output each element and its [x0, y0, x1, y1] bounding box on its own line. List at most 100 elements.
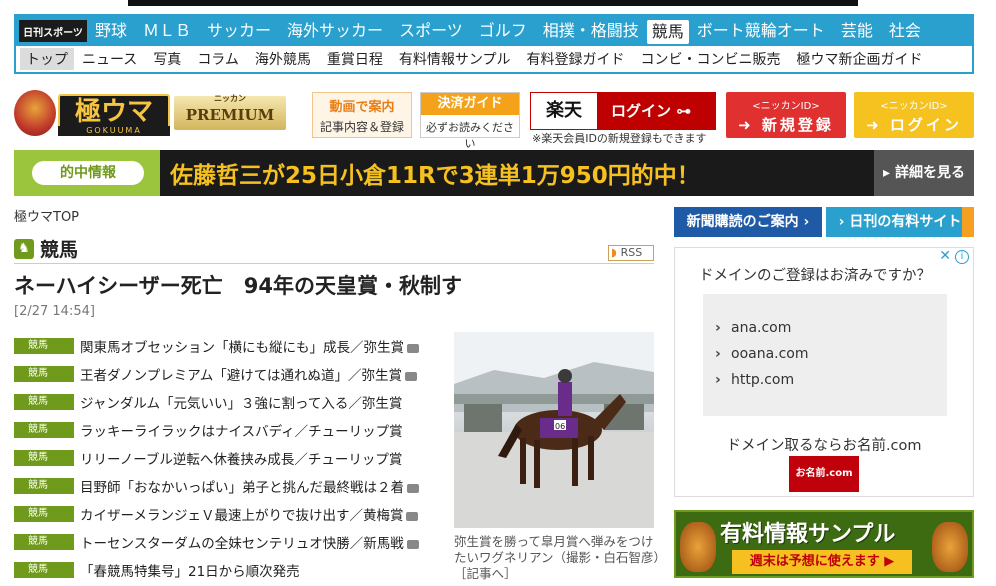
onamae-logo[interactable]: お名前.com	[789, 456, 859, 492]
gokuuma-logo[interactable]: 極ウマ GOKUUMA ニッカン PREMIUM	[14, 90, 286, 136]
horse-mascot-icon	[14, 90, 56, 136]
chevron-right-icon: ›	[798, 214, 810, 230]
sub-nav: トップ ニュース 写真 コラム 海外競馬 重賞日程 有料情報サンプル 有料登録ガイド コンビ・コ…	[16, 46, 972, 72]
nav-category-9[interactable]: 芸能	[833, 16, 881, 46]
subnav-item-6[interactable]: 有料情報サンプル	[391, 49, 519, 69]
news-title[interactable]: ラッキーライラックはナイスバディ／チューリップ賞	[80, 420, 403, 440]
video-guide-title: 動画で案内	[329, 100, 395, 115]
premium-kana: ニッカン	[214, 93, 246, 103]
ad-close-icon[interactable]: ✕	[939, 248, 951, 264]
paid-site-button[interactable]: › 日刊の有料サイト	[826, 207, 974, 237]
idlogin-label: ➜ ログイン	[854, 114, 974, 135]
news-title[interactable]: 関東馬オブセッション「横にも縦にも」成長／弥生賞	[80, 336, 419, 356]
ad-heading[interactable]: ドメインのご登録はお済みですか？	[699, 264, 931, 285]
payment-guide-button[interactable]: 決済ガイド 必ずお読みください	[420, 92, 520, 150]
top-strip	[128, 0, 858, 6]
news-title[interactable]: 「春競馬特集号」21日から順次発売	[80, 560, 300, 580]
news-item[interactable]: 競馬 ラッキーライラックはナイスバディ／チューリップ賞	[14, 416, 434, 444]
register-text: 新規登録	[761, 116, 834, 134]
hit-info-banner[interactable]: 的中情報 佐藤哲三が25日小倉11Rで3連単1万950円的中！ ▸ 詳細を見る	[14, 150, 974, 196]
news-title-text: ラッキーライラックはナイスバディ／チューリップ賞	[80, 424, 403, 440]
category-nav: 日刊スポーツ 野球 ＭＬＢ サッカー 海外サッカー スポーツ ゴルフ 相撲・格闘技 競馬 ボート…	[16, 16, 972, 46]
nikkan-id-login-button[interactable]: <ニッカンID> ➜ ログイン	[854, 92, 974, 138]
subnav-item-9[interactable]: 極ウマ新企画ガイド	[789, 49, 931, 69]
ad-link[interactable]: › ana.com	[703, 320, 947, 346]
news-title-text: 関東馬オブセッション「横にも縦にも」成長／弥生賞	[80, 340, 404, 356]
ad-link-text: http.com	[731, 372, 795, 388]
news-item[interactable]: 競馬 関東馬オブセッション「横にも縦にも」成長／弥生賞	[14, 332, 434, 360]
news-title[interactable]: ジャンダルム「元気いい」３強に割って入る／弥生賞	[80, 392, 402, 412]
subnav-item-2[interactable]: 写真	[145, 49, 189, 69]
nav-category-1[interactable]: ＭＬＢ	[135, 16, 199, 46]
nav-category-10[interactable]: 社会	[881, 16, 929, 46]
news-title[interactable]: 目野師「おなかいっぱい」弟子と挑んだ最終戦は２着	[80, 476, 419, 496]
news-item[interactable]: 競馬 王者ダノンプレミアム「避けては通れぬ道」／弥生賞	[14, 360, 434, 388]
news-item[interactable]: 競馬 リリーノーブル逆転へ休養挟み成長／チューリップ賞	[14, 444, 434, 472]
news-item[interactable]: 競馬 トーセンスターダムの全妹センテリュオ快勝／新馬戦	[14, 528, 434, 556]
subnav-item-5[interactable]: 重賞日程	[319, 49, 391, 69]
camera-icon	[407, 343, 419, 353]
subscription-info-button[interactable]: 新聞購読のご案内 ›	[674, 207, 822, 237]
news-item[interactable]: 競馬 目野師「おなかいっぱい」弟子と挑んだ最終戦は２着	[14, 472, 434, 500]
subnav-item-1[interactable]: ニュース	[74, 49, 145, 69]
bib-number: 06	[555, 422, 565, 431]
nav-category-6[interactable]: 相撲・格闘技	[535, 16, 647, 46]
subnav-item-7[interactable]: 有料登録ガイド	[519, 49, 633, 69]
news-title-text: トーセンスターダムの全妹センテリュオ快勝／新馬戦	[80, 536, 404, 552]
ad-link[interactable]: › ooana.com	[703, 346, 947, 372]
nikkan-id-register-button[interactable]: <ニッカンID> ➜ 新規登録	[726, 92, 846, 138]
news-title[interactable]: カイザーメランジェＶ最速上がりで抜け出す／黄梅賞	[80, 504, 419, 524]
rakuten-login-button[interactable]: 楽天 ログイン ⊶	[530, 92, 716, 130]
section-label: 競馬	[40, 239, 79, 261]
nav-category-5[interactable]: ゴルフ	[471, 16, 535, 46]
news-title[interactable]: トーセンスターダムの全妹センテリュオ快勝／新馬戦	[80, 532, 419, 552]
key-icon: ⊶	[676, 102, 692, 120]
ad-link-panel: › ana.com › ooana.com › http.com	[703, 294, 947, 416]
rss-button[interactable]: ◗ RSS	[608, 245, 654, 261]
logo-sub: GOKUUMA	[58, 126, 170, 136]
category-badge: 競馬	[14, 338, 74, 354]
news-item[interactable]: 競馬 「春競馬特集号」21日から順次発売	[14, 556, 434, 584]
hit-info-text[interactable]: 佐藤哲三が25日小倉11Rで3連単1万950円的中！	[170, 156, 700, 190]
subnav-item-0[interactable]: トップ	[20, 48, 74, 70]
nav-category-7[interactable]: 競馬	[646, 20, 689, 44]
nav-category-2[interactable]: サッカー	[199, 16, 279, 46]
nav-category-3[interactable]: 海外サッカー	[279, 16, 391, 46]
nav-category-4[interactable]: スポーツ	[391, 16, 471, 46]
subnav-item-8[interactable]: コンビ・コンビニ販売	[633, 49, 789, 69]
category-badge: 競馬	[14, 506, 74, 522]
rakuten-logo: 楽天	[546, 100, 582, 121]
ad-info-icon[interactable]: i	[955, 250, 969, 264]
category-badge: 競馬	[14, 562, 74, 578]
news-title-text: カイザーメランジェＶ最速上がりで抜け出す／黄梅賞	[80, 508, 404, 524]
chevron-right-icon: ›	[715, 346, 721, 362]
horse-photo-image: 06	[454, 332, 654, 528]
camera-icon	[404, 371, 417, 381]
category-badge: 競馬	[14, 534, 74, 550]
premium-label: PREMIUM	[185, 106, 275, 124]
news-photo[interactable]: 06	[454, 332, 654, 528]
category-badge: 競馬	[14, 394, 74, 410]
hit-details-button[interactable]: ▸ 詳細を見る	[874, 150, 974, 196]
video-guide-button[interactable]: 動画で案内 記事内容＆登録	[312, 92, 412, 138]
category-badge: 競馬	[14, 422, 74, 438]
nav-category-0[interactable]: 野球	[87, 16, 135, 46]
nikkan-sports-logo[interactable]: 日刊スポーツ	[19, 20, 87, 42]
play-icon: ▸	[883, 165, 895, 181]
ad-footer[interactable]: ドメイン取るならお名前.com	[675, 434, 973, 455]
paid-sample-banner[interactable]: 有料情報サンプル 週末は予想に使えます ▶	[674, 510, 974, 578]
subnav-item-3[interactable]: コラム	[189, 49, 247, 69]
mascot-left-icon	[680, 522, 716, 572]
ad-box: i ✕ ドメインのご登録はお済みですか？ › ana.com › ooana.com ›…	[674, 247, 974, 497]
news-item[interactable]: 競馬 ジャンダルム「元気いい」３強に割って入る／弥生賞	[14, 388, 434, 416]
nav-category-8[interactable]: ボート競輪オート	[689, 16, 833, 46]
news-title[interactable]: 王者ダノンプレミアム「避けては通れぬ道」／弥生賞	[80, 364, 417, 384]
breadcrumb[interactable]: 極ウマTOP	[14, 206, 79, 225]
ad-link[interactable]: › http.com	[703, 372, 947, 398]
subnav-item-4[interactable]: 海外競馬	[247, 49, 319, 69]
main-nav: 日刊スポーツ 野球 ＭＬＢ サッカー 海外サッカー スポーツ ゴルフ 相撲・格闘技 競馬 ボート…	[14, 14, 974, 74]
news-title-text: 「春競馬特集号」21日から順次発売	[80, 564, 300, 580]
news-title[interactable]: リリーノーブル逆転へ休養挟み成長／チューリップ賞	[80, 448, 402, 468]
news-item[interactable]: 競馬 カイザーメランジェＶ最速上がりで抜け出す／黄梅賞	[14, 500, 434, 528]
photo-caption[interactable]: 弥生賞を勝って皐月賞へ弾みをつけたいワグネリアン（撮影・白石智彦）［記事へ］	[454, 534, 660, 582]
